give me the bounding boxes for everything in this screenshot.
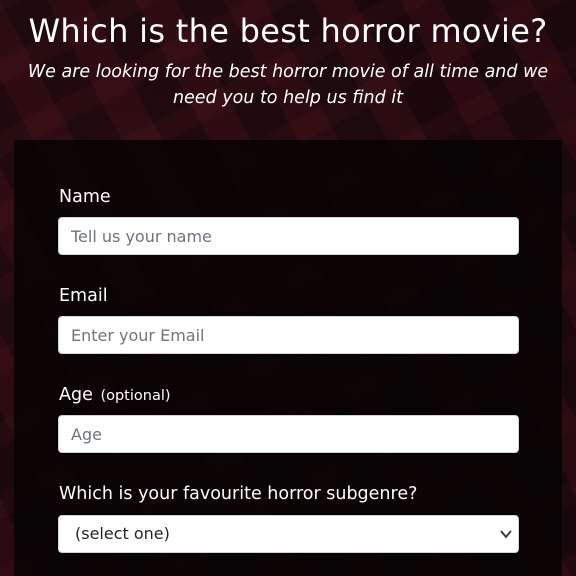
name-input[interactable] [58,217,519,255]
name-label: Name [59,187,111,207]
subgenre-select[interactable]: (select one) [58,515,519,553]
chevron-down-svg [500,530,512,539]
age-input[interactable] [58,415,519,453]
page-title: Which is the best horror movie? [28,12,548,50]
email-input[interactable] [58,316,519,354]
page-description: We are looking for the best horror movie… [27,62,549,109]
page-header: Which is the best horror movie? We are l… [0,0,576,111]
age-label: Age [59,385,93,405]
email-label: Email [59,286,108,306]
age-optional-hint: (optional) [100,388,171,404]
subgenre-label: Which is your favourite horror subgenre? [59,484,418,504]
chevron-down-icon [500,516,512,566]
subgenre-selected-value: (select one) [75,524,170,543]
age-label-row: Age (optional) [59,385,171,406]
